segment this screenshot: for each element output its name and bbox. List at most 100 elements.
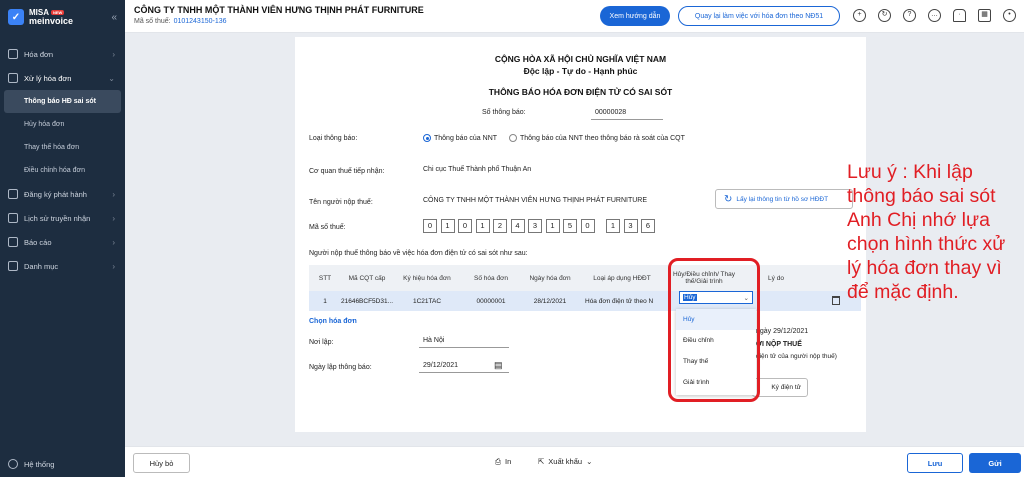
refresh-icon[interactable]: ↻: [878, 9, 891, 22]
tax-agency-field[interactable]: Chi cục Thuế Thành phố Thuận An: [423, 166, 531, 173]
gear-icon: [8, 189, 18, 199]
table-header: STT Mã CQT cấp Ký hiệu hóa đơn Số hóa đơ…: [309, 265, 861, 291]
taxcode-digit: 1: [475, 219, 490, 233]
chevron-right-icon: ›: [112, 189, 115, 199]
header-tax-line: Mã số thuế: 0101243150-136: [134, 18, 227, 25]
taxcode-digit: 3: [528, 219, 542, 233]
chevron-down-icon: ⌄: [108, 73, 115, 83]
choose-invoice-link[interactable]: Chọn hóa đơn: [309, 318, 357, 325]
taxcode-digit: 1: [545, 219, 560, 233]
chat-icon[interactable]: …: [928, 9, 941, 22]
chevron-down-icon: ⌄: [586, 457, 593, 466]
avatar[interactable]: •: [1003, 9, 1016, 22]
form-title-motto: Độc lập - Tự do - Hạnh phúc: [523, 66, 638, 76]
notice-number-field[interactable]: 00000028: [595, 109, 626, 116]
date-field[interactable]: 29/12/2021: [423, 362, 458, 369]
sidebar-item-adjust-invoice[interactable]: Điều chỉnh hóa đơn: [0, 159, 125, 182]
sidebar-item-cancel-invoice[interactable]: Hủy hóa đơn: [0, 113, 125, 136]
printer-icon: ⎙: [495, 457, 501, 466]
sign-date-text: ngày 29/12/2021: [756, 328, 809, 335]
company-name: CÔNG TY TNHH MỘT THÀNH VIÊN HƯNG THỊNH P…: [134, 5, 424, 15]
tax-agency-label: Cơ quan thuế tiếp nhận:: [309, 168, 385, 175]
header-tax-code[interactable]: 0101243150-136: [174, 18, 227, 25]
sidebar: ✓ MISA NEW meinvoice « Hóa đơn › Xử lý hóa…: [0, 0, 125, 477]
taxcode-digit: 0: [580, 219, 595, 233]
top-header: CÔNG TY TNHH MỘT THÀNH VIÊN HƯNG THỊNH P…: [125, 0, 1024, 33]
taxcode-digit: 0: [423, 219, 437, 233]
nav-system[interactable]: Hệ thống: [8, 459, 54, 469]
add-icon[interactable]: +: [853, 9, 866, 22]
nav-invoices[interactable]: Hóa đơn ›: [0, 42, 125, 66]
error-notice-form: CỘNG HÒA XÃ HỘI CHỦ NGHĨA VIỆT NAM Độc l…: [295, 37, 866, 432]
nav-catalog[interactable]: Danh mục ›: [0, 254, 125, 278]
taxcode-digit: 1: [440, 219, 455, 233]
table-row[interactable]: 1 21646BCF5D31... 1C21TAC 00000001 28/12…: [309, 291, 861, 311]
transfer-icon: [8, 213, 18, 223]
notice-description: Người nộp thuế thông báo về việc hóa đơn…: [309, 250, 528, 257]
misa-logo-icon: ✓: [8, 9, 24, 25]
notice-type-label: Loại thông báo:: [309, 135, 358, 142]
collapse-sidebar-icon[interactable]: «: [111, 12, 117, 23]
apps-grid-icon[interactable]: ▦: [978, 9, 991, 22]
notice-number-label: Số thông báo:: [482, 109, 526, 116]
radio-checked-icon: [423, 134, 431, 142]
e-sign-button[interactable]: Ký điện tử: [752, 378, 808, 397]
taxcode-digit: 1: [606, 219, 620, 233]
footer-bar: Hủy bỏ ⎙ In ⇱ Xuất khẩu ⌄ Lưu Gửi: [125, 446, 1024, 477]
delete-row-icon[interactable]: [832, 296, 840, 305]
notice-type-review-radio[interactable]: Thông báo của NNT theo thông báo rà soát…: [509, 134, 685, 142]
cancel-button[interactable]: Hủy bỏ: [133, 453, 190, 473]
taxcode-digit: 2: [493, 219, 507, 233]
notice-type-nnt-radio[interactable]: Thông báo của NNT: [423, 134, 497, 142]
print-button[interactable]: ⎙ In: [495, 457, 511, 467]
send-button[interactable]: Gửi: [969, 453, 1021, 473]
reload-info-button[interactable]: ↻ Lấy lại thông tin từ hồ sơ HĐĐT: [715, 189, 853, 209]
taxcode-digit: 0: [458, 219, 472, 233]
chevron-right-icon: ›: [112, 213, 115, 223]
report-icon: [8, 237, 18, 247]
refresh-icon: ↻: [724, 193, 733, 205]
calendar-icon[interactable]: ▤: [494, 360, 503, 371]
logo-line2: meinvoice: [29, 16, 74, 26]
place-field[interactable]: Hà Nội: [423, 337, 444, 344]
save-button[interactable]: Lưu: [907, 453, 963, 473]
nav-transmission-history[interactable]: Lịch sử truyền nhận ›: [0, 206, 125, 230]
taxpayer-label: Tên người nộp thuế:: [309, 199, 373, 206]
taxcode-label: Mã số thuế:: [309, 224, 346, 231]
invoice-table: STT Mã CQT cấp Ký hiệu hóa đơn Số hóa đơ…: [309, 265, 861, 311]
sidebar-item-error-notice[interactable]: Thông báo HĐ sai sót: [4, 90, 121, 113]
nav-process-invoices[interactable]: Xử lý hóa đơn ⌄: [0, 66, 125, 90]
taxcode-digit: 4: [510, 219, 525, 233]
invoice-icon: [8, 49, 18, 59]
guide-button[interactable]: Xem hướng dẫn: [600, 6, 670, 26]
help-icon[interactable]: ?: [903, 9, 916, 22]
form-title-country: CỘNG HÒA XÃ HỘI CHỦ NGHĨA VIỆT NAM: [494, 54, 667, 64]
export-icon: ⇱: [538, 457, 545, 466]
app-logo[interactable]: ✓ MISA NEW meinvoice «: [0, 0, 125, 34]
taxpayer-heading: ỜI NỘP THUẾ: [756, 341, 802, 348]
notification-icon[interactable]: ·: [953, 9, 966, 22]
catalog-icon: [8, 261, 18, 271]
taxpayer-sign-note: điện tử của người nộp thuế): [756, 353, 837, 360]
process-icon: [8, 73, 18, 83]
date-label: Ngày lập thông báo:: [309, 364, 372, 371]
radio-unchecked-icon: [509, 134, 517, 142]
sidebar-item-replace-invoice[interactable]: Thay thế hóa đơn: [0, 136, 125, 159]
chevron-right-icon: ›: [112, 49, 115, 59]
nav-reports[interactable]: Báo cáo ›: [0, 230, 125, 254]
settings-icon: [8, 459, 18, 469]
logo-badge: NEW: [51, 10, 65, 15]
form-title: THÔNG BÁO HÓA ĐƠN ĐIỆN TỬ CÓ SAI SÓT: [488, 87, 673, 97]
nav-registration[interactable]: Đăng ký phát hành ›: [0, 182, 125, 206]
export-button[interactable]: ⇱ Xuất khẩu ⌄: [538, 457, 592, 466]
back-nd51-button[interactable]: Quay lại làm việc với hóa đơn theo NĐ51: [678, 6, 840, 26]
chevron-right-icon: ›: [112, 261, 115, 271]
annotation-note: Lưu ý : Khi lập thông báo sai sót Anh Ch…: [847, 161, 1006, 303]
taxcode-digit: 3: [623, 219, 638, 233]
taxcode-digit: 5: [563, 219, 577, 233]
highlight-annotation: [668, 258, 760, 402]
taxcode-digit: 6: [641, 219, 655, 233]
place-label: Nơi lập:: [309, 339, 334, 346]
taxpayer-field: CÔNG TY TNHH MỘT THÀNH VIÊN HƯNG THỊNH P…: [423, 197, 648, 204]
chevron-right-icon: ›: [112, 237, 115, 247]
